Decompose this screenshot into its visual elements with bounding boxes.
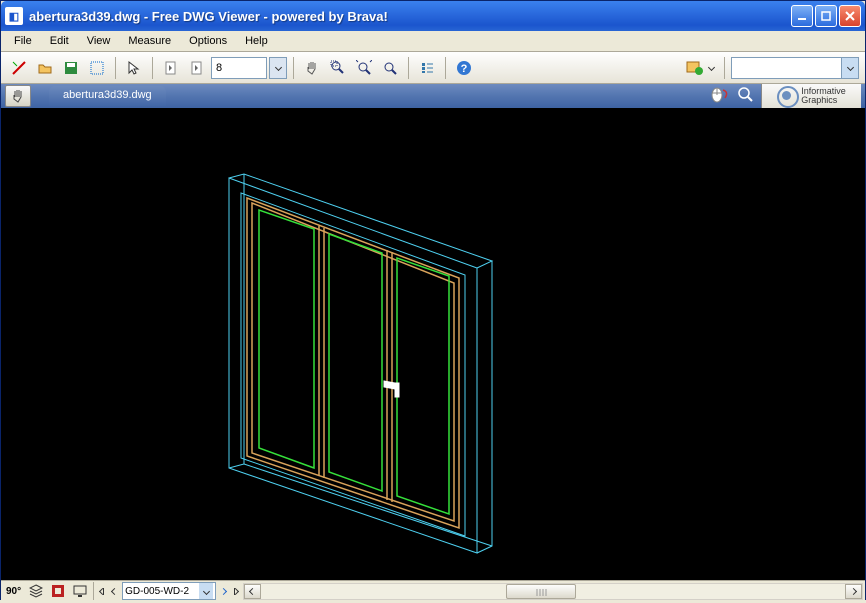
menu-view[interactable]: View	[78, 33, 120, 49]
brand-line2: Graphics	[801, 96, 846, 105]
viewport-area	[1, 108, 865, 580]
sheet-combo[interactable]: GD-005-WD-2	[122, 582, 216, 600]
next-page-icon[interactable]	[185, 56, 209, 80]
window-title: abertura3d39.dwg - Free DWG Viewer - pow…	[29, 9, 791, 24]
layer-combo[interactable]	[731, 57, 859, 79]
scroll-right-button[interactable]	[845, 584, 862, 599]
print-region-icon[interactable]	[85, 56, 109, 80]
pan-icon[interactable]	[300, 56, 324, 80]
svg-text:?: ?	[461, 63, 468, 75]
zoom-extents-icon[interactable]	[352, 56, 376, 80]
layers-icon[interactable]	[26, 582, 46, 600]
scroll-track[interactable]	[261, 584, 845, 599]
close-button[interactable]	[839, 5, 861, 27]
maximize-button[interactable]	[815, 5, 837, 27]
open-icon[interactable]	[33, 56, 57, 80]
page-dropdown[interactable]	[269, 57, 287, 79]
company-logo-icon	[777, 86, 797, 106]
minimize-button[interactable]	[791, 5, 813, 27]
pointer-icon[interactable]	[122, 56, 146, 80]
layer-visibility-icon[interactable]	[683, 56, 707, 80]
cad-drawing	[209, 158, 519, 558]
sheet-combo-value: GD-005-WD-2	[125, 586, 189, 597]
menu-options[interactable]: Options	[180, 33, 236, 49]
scroll-thumb[interactable]	[506, 584, 576, 599]
menu-help[interactable]: Help	[236, 33, 277, 49]
settings-icon[interactable]	[415, 56, 439, 80]
scroll-left-button[interactable]	[244, 584, 261, 599]
menu-measure[interactable]: Measure	[119, 33, 180, 49]
statusbar: 90° GD-005-WD-2	[1, 580, 865, 601]
zoom-window-icon[interactable]	[326, 56, 350, 80]
toolbar: ?	[1, 52, 865, 84]
sheet-prev-icon[interactable]	[109, 582, 120, 600]
viewport-right-margin	[605, 108, 782, 580]
document-tab[interactable]: abertura3d39.dwg	[49, 86, 166, 106]
mouse-mode-icon[interactable]	[709, 86, 731, 107]
zoom-icon[interactable]	[378, 56, 402, 80]
pan-tool-button[interactable]	[5, 85, 31, 107]
sheet-last-icon[interactable]	[231, 582, 241, 600]
sheet-next-icon[interactable]	[218, 582, 229, 600]
app-icon: ◧	[5, 7, 23, 25]
menubar: File Edit View Measure Options Help	[1, 31, 865, 52]
page-input[interactable]	[211, 57, 267, 79]
monitor-icon[interactable]	[70, 582, 90, 600]
horizontal-scrollbar[interactable]	[243, 583, 863, 600]
prev-page-icon[interactable]	[159, 56, 183, 80]
menu-file[interactable]: File	[5, 33, 41, 49]
brand-logo[interactable]: Informative Graphics	[761, 84, 861, 108]
help-icon[interactable]: ?	[452, 56, 476, 80]
view-mode-icon[interactable]	[48, 582, 68, 600]
zoom-mode-icon[interactable]	[737, 86, 755, 107]
sheet-first-icon[interactable]	[97, 582, 107, 600]
document-tabbar: abertura3d39.dwg Informative Graphics	[1, 84, 865, 108]
markup-icon[interactable]	[7, 56, 31, 80]
rotate-button[interactable]: 90°	[3, 582, 24, 600]
titlebar: ◧ abertura3d39.dwg - Free DWG Viewer - p…	[1, 1, 865, 31]
drawing-viewport[interactable]	[1, 108, 865, 580]
menu-edit[interactable]: Edit	[41, 33, 78, 49]
save-icon[interactable]	[59, 56, 83, 80]
